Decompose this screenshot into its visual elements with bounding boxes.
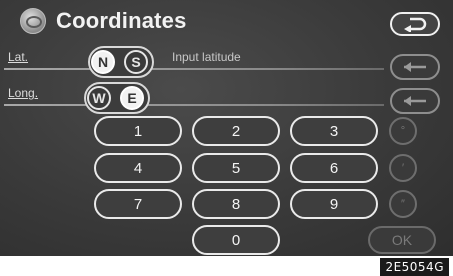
left-arrow-icon <box>404 96 426 106</box>
south-button[interactable]: S <box>124 50 148 74</box>
left-arrow-icon <box>404 62 426 72</box>
key-5[interactable]: 5 <box>192 153 280 183</box>
key-7[interactable]: 7 <box>94 189 182 219</box>
key-4[interactable]: 4 <box>94 153 182 183</box>
longitude-label: Long. <box>8 86 39 100</box>
latitude-delete-button[interactable] <box>390 54 440 80</box>
longitude-row-line <box>4 104 384 106</box>
title-bar: Coordinates <box>6 6 187 36</box>
coordinates-screen: Coordinates Lat. N S Input latitude Long… <box>0 0 453 256</box>
latitude-input-hint: Input latitude <box>172 50 241 64</box>
key-9[interactable]: 9 <box>290 189 378 219</box>
key-6[interactable]: 6 <box>290 153 378 183</box>
key-2[interactable]: 2 <box>192 116 280 146</box>
figure-caption: 2E5054G <box>380 258 449 276</box>
east-button[interactable]: E <box>120 86 144 110</box>
second-button[interactable]: ″ <box>389 190 417 218</box>
key-1[interactable]: 1 <box>94 116 182 146</box>
back-button[interactable] <box>390 12 440 36</box>
key-0[interactable]: 0 <box>192 225 280 255</box>
back-arrow-icon <box>404 17 427 32</box>
latitude-label: Lat. <box>8 50 29 64</box>
north-button[interactable]: N <box>91 50 115 74</box>
page-title: Coordinates <box>56 8 187 33</box>
key-8[interactable]: 8 <box>192 189 280 219</box>
brand-logo-icon <box>20 8 46 34</box>
latitude-row-line <box>4 68 384 70</box>
key-3[interactable]: 3 <box>290 116 378 146</box>
degree-button[interactable]: ° <box>389 117 417 145</box>
longitude-delete-button[interactable] <box>390 88 440 114</box>
west-button[interactable]: W <box>87 86 111 110</box>
minute-button[interactable]: ′ <box>389 154 417 182</box>
ok-button[interactable]: OK <box>368 226 436 254</box>
